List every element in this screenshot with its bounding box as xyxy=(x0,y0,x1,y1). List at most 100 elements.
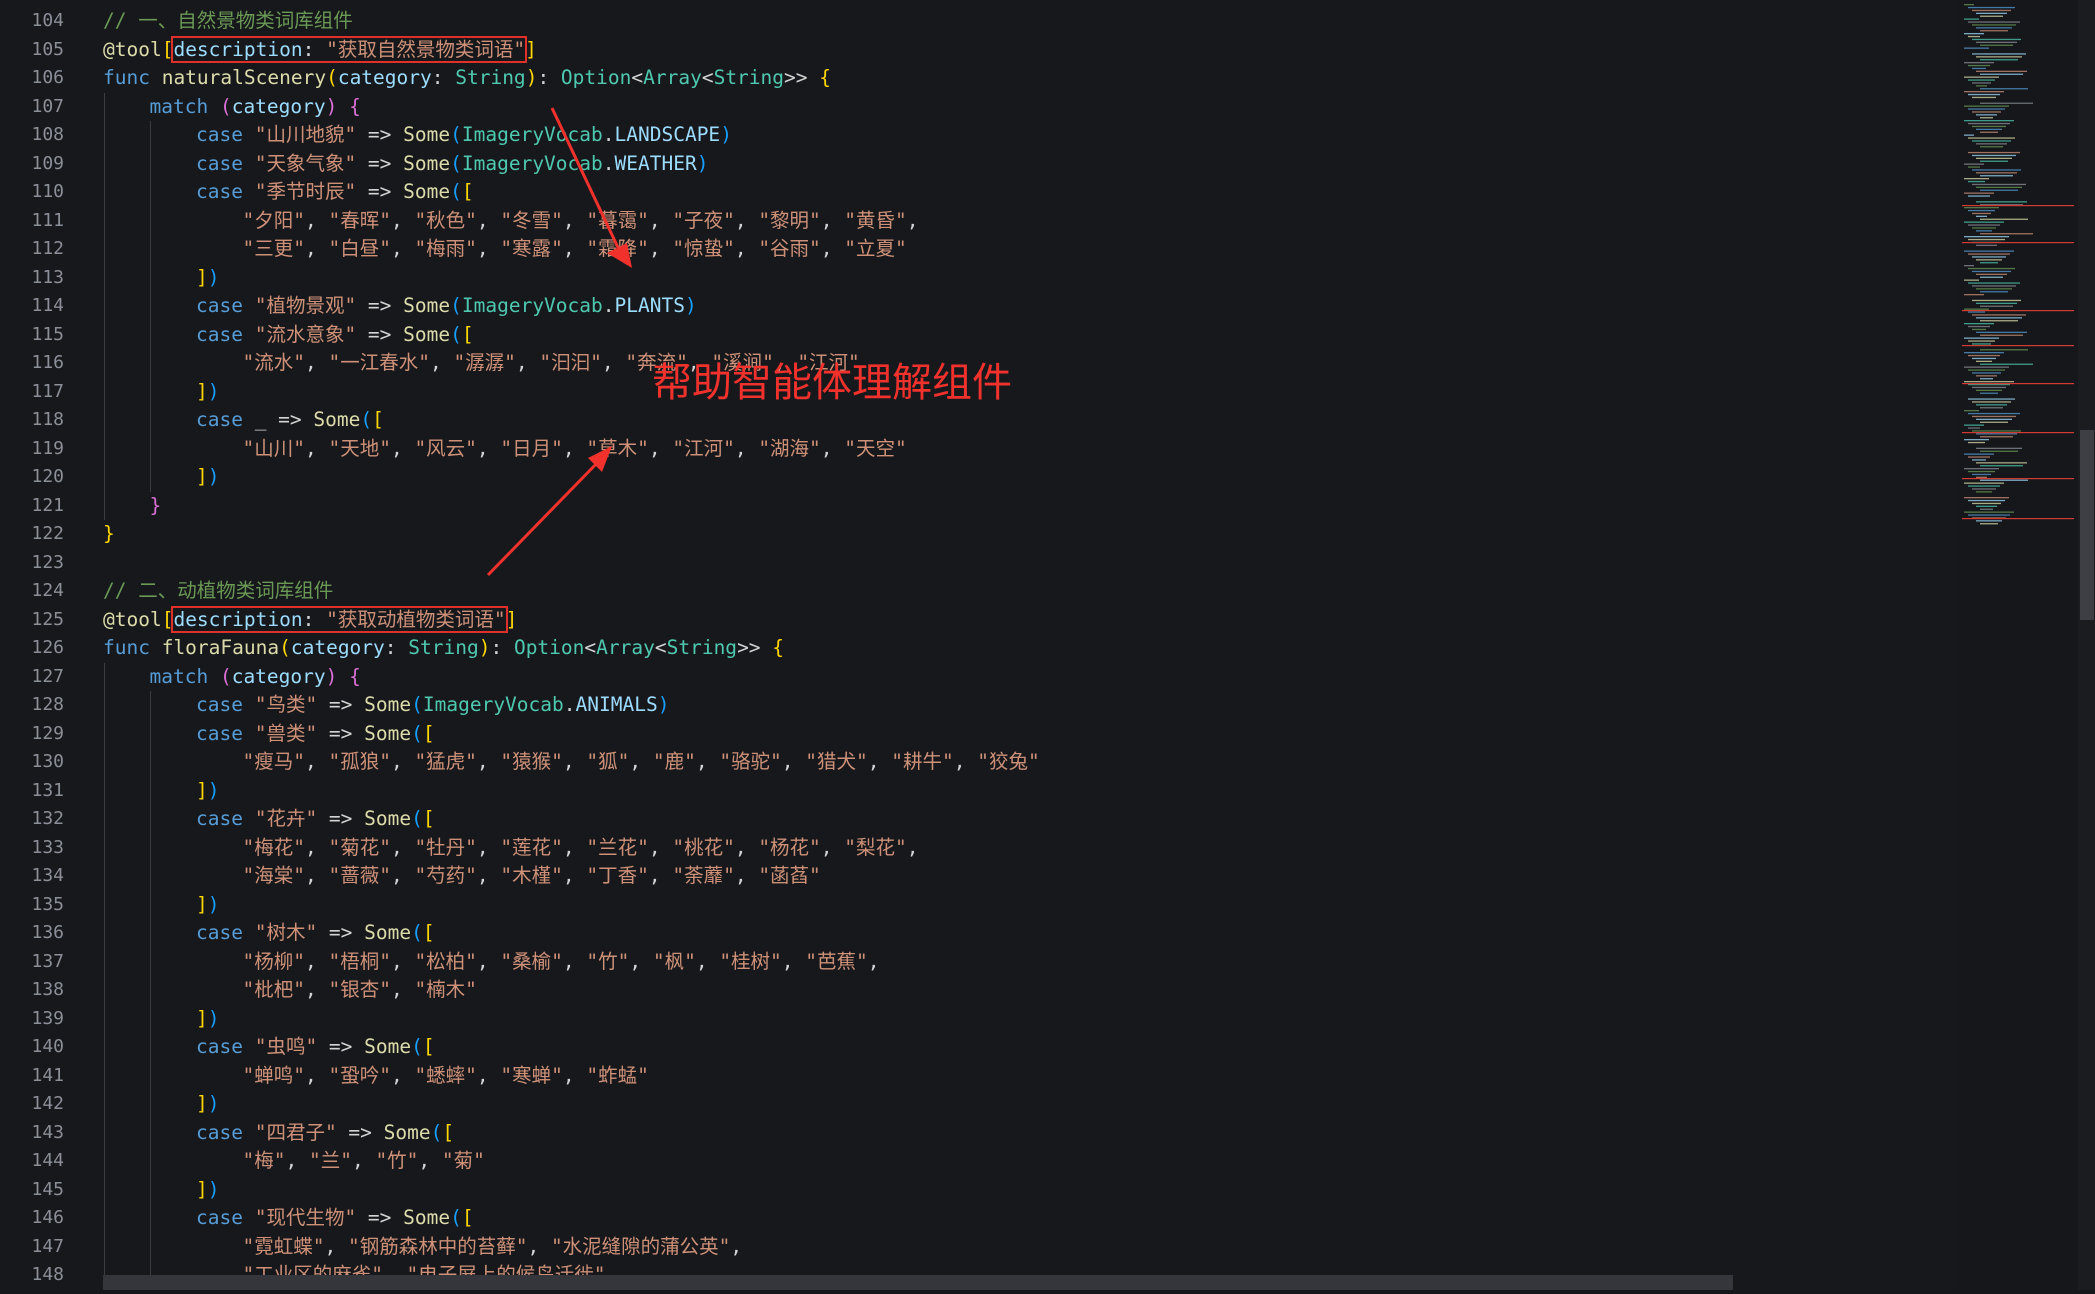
minimap-line xyxy=(1980,59,2018,61)
minimap-line xyxy=(1976,505,1997,507)
minimap-line xyxy=(1964,424,1984,426)
minimap-marker xyxy=(1962,345,2074,347)
minimap-line xyxy=(1980,523,1998,525)
minimap-line xyxy=(1964,236,2009,238)
minimap-line xyxy=(1972,299,2021,302)
minimap-line xyxy=(1972,270,2011,273)
minimap-line xyxy=(1964,18,1979,20)
minimap-line xyxy=(1980,102,2033,104)
minimap-line xyxy=(1976,302,2017,304)
minimap-line xyxy=(1968,427,1980,429)
minimap-line xyxy=(1972,24,2016,26)
minimap-marker xyxy=(1962,310,2074,312)
minimap-line xyxy=(1976,491,1992,493)
minimap-line xyxy=(1980,160,2008,162)
minimap-line xyxy=(1972,459,1986,461)
code-editor[interactable]: 104 105 106 107 108 109 110 111 112 113 114 115 116 1… xyxy=(0,0,1958,1290)
minimap-line xyxy=(1964,352,2004,354)
minimap-line xyxy=(1980,349,2028,351)
minimap-line xyxy=(1964,366,2009,368)
minimap-line xyxy=(1972,212,1991,215)
minimap-line xyxy=(1964,381,2014,383)
minimap-line xyxy=(1968,253,2010,255)
minimap-line xyxy=(1964,192,1994,194)
minimap-line xyxy=(1968,21,2020,23)
minimap-line xyxy=(1968,122,2010,125)
minimap-line xyxy=(1964,468,1999,470)
minimap-line xyxy=(1968,398,2015,400)
minimap-line xyxy=(1972,415,2016,418)
minimap-line xyxy=(1964,308,1989,310)
vertical-scrollbar-thumb[interactable] xyxy=(2080,430,2094,620)
minimap-line xyxy=(1972,38,2021,41)
minimap-preview xyxy=(1962,4,2074,525)
minimap-line xyxy=(1980,175,2013,177)
minimap-line xyxy=(1972,502,2001,505)
minimap-line xyxy=(1980,320,2018,322)
minimap-line xyxy=(1980,44,2013,46)
vertical-scrollbar[interactable] xyxy=(2078,0,2095,1290)
minimap-line xyxy=(1972,154,2016,157)
minimap-line xyxy=(1964,76,1999,78)
minimap-line xyxy=(1980,88,2028,90)
minimap-line xyxy=(1976,172,2017,174)
minimap-line xyxy=(1968,93,2000,96)
minimap-line xyxy=(1980,291,2008,293)
minimap-line xyxy=(1980,407,2003,409)
annotation-arrowhead-down xyxy=(607,243,632,268)
minimap-line xyxy=(1968,441,1985,444)
minimap-line xyxy=(1972,125,2006,128)
minimap-line xyxy=(1972,9,2011,12)
minimap-line xyxy=(1976,273,2007,275)
minimap-line xyxy=(1968,180,1985,183)
minimap-line xyxy=(1976,476,1987,478)
minimap-line xyxy=(1972,314,2026,316)
minimap-marker xyxy=(1962,242,2074,244)
minimap-line xyxy=(1976,259,2002,261)
minimap-line xyxy=(1972,96,1996,99)
minimap-line xyxy=(1968,499,2005,502)
minimap-line xyxy=(1968,311,1985,313)
minimap-line xyxy=(1964,33,1984,35)
minimap[interactable] xyxy=(1958,0,2078,1290)
minimap-line xyxy=(1968,485,2000,487)
minimap-line xyxy=(1972,111,2001,113)
minimap-line xyxy=(1976,128,2002,130)
minimap-line xyxy=(1972,328,1986,331)
minimap-line xyxy=(1964,4,1974,6)
minimap-line xyxy=(1968,108,2005,110)
minimap-marker xyxy=(1962,383,2074,385)
minimap-line xyxy=(1980,305,2013,307)
minimap-line xyxy=(1968,79,1995,81)
minimap-line xyxy=(1980,233,2033,235)
minimap-line xyxy=(1968,209,1995,212)
minimap-line xyxy=(1964,511,2014,513)
minimap-line xyxy=(1964,410,1979,412)
minimap-line xyxy=(1968,6,2015,9)
minimap-line xyxy=(1972,488,1996,490)
minimap-line xyxy=(1964,163,1984,165)
minimap-line xyxy=(1976,288,2012,290)
minimap-line xyxy=(1964,47,1989,49)
minimap-line xyxy=(1980,262,1998,264)
minimap-line xyxy=(1976,433,2017,435)
minimap-line xyxy=(1964,439,1989,441)
minimap-line xyxy=(1976,404,2007,406)
minimap-line xyxy=(1968,224,2000,226)
minimap-line xyxy=(1972,183,2026,186)
minimap-line xyxy=(1976,215,1987,217)
minimap-line xyxy=(1976,114,1997,116)
minimap-line xyxy=(1980,30,2008,32)
minimap-line xyxy=(1968,137,2015,139)
minimap-line xyxy=(1980,392,1998,394)
minimap-line xyxy=(1964,120,2014,122)
minimap-line xyxy=(1972,372,2001,374)
minimap-line xyxy=(1976,462,2027,464)
minimap-line xyxy=(1980,117,1993,119)
minimap-line xyxy=(1976,447,2022,449)
minimap-line xyxy=(1976,230,1992,232)
minimap-line xyxy=(1964,497,2009,499)
annotation-arrow-up xyxy=(486,458,602,577)
minimap-line xyxy=(1980,73,2023,75)
horizontal-scrollbar-thumb[interactable] xyxy=(103,1275,1733,1290)
